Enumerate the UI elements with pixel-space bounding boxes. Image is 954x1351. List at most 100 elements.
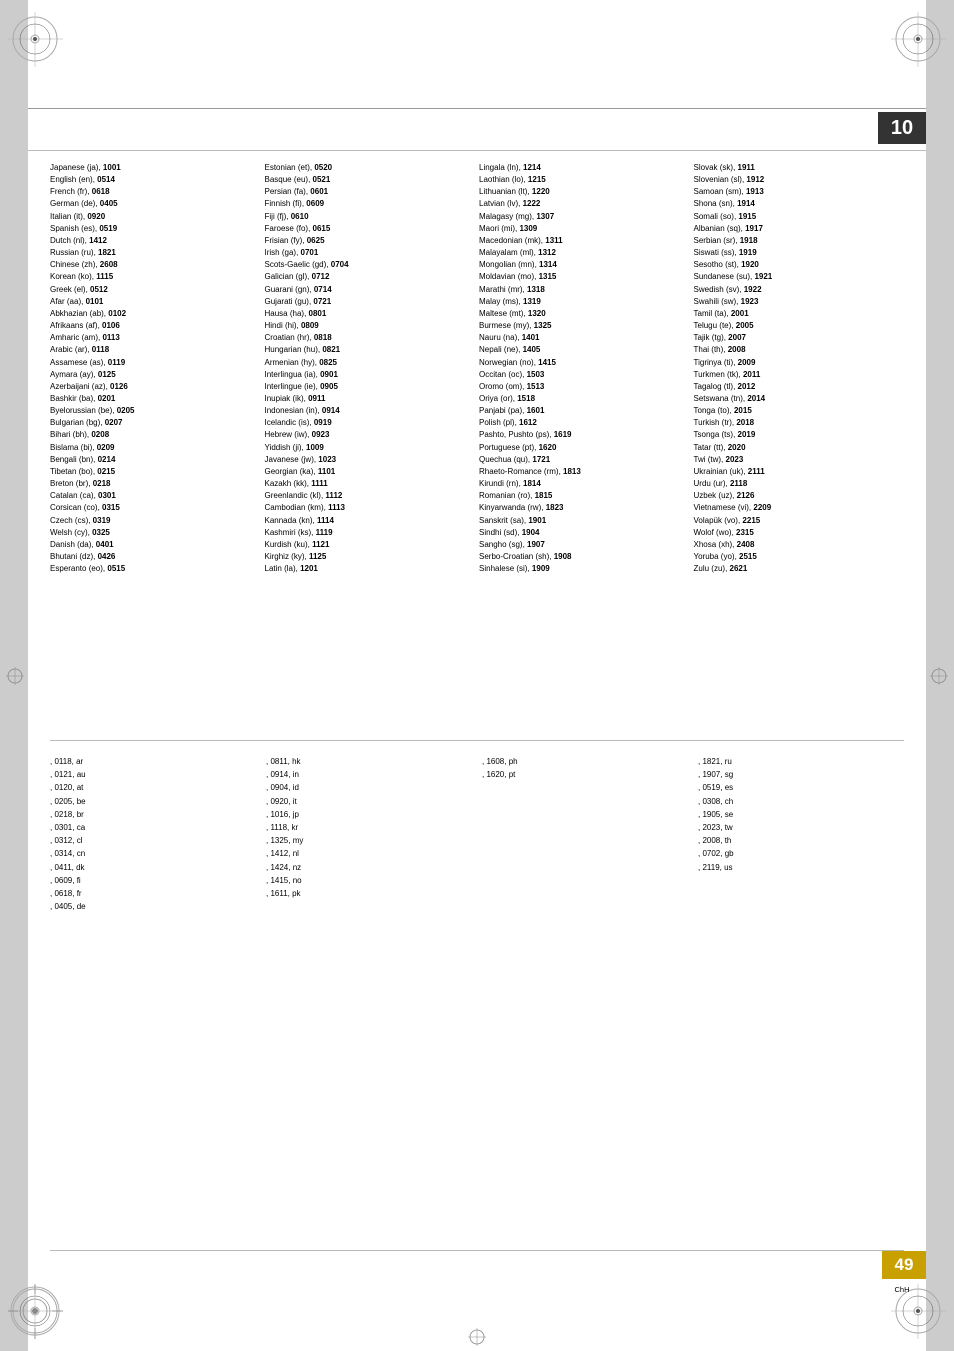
list-item: Assamese (as), 0119	[50, 357, 261, 369]
list-item: Bhutani (dz), 0426	[50, 551, 261, 563]
bottom-item: , 1608, ph	[482, 755, 688, 768]
middle-rule	[50, 740, 904, 741]
list-item: Quechua (qu), 1721	[479, 454, 690, 466]
mid-left-mark	[6, 667, 24, 685]
list-item: Faroese (fo), 0615	[265, 223, 476, 235]
list-item: Maori (mi), 1309	[479, 223, 690, 235]
list-item: Catalan (ca), 0301	[50, 490, 261, 502]
list-item: Oromo (om), 1513	[479, 381, 690, 393]
bottom-item: , 2023, tw	[698, 821, 904, 834]
list-item: Bislama (bi), 0209	[50, 442, 261, 454]
list-item: Malagasy (mg), 1307	[479, 211, 690, 223]
list-item: Korean (ko), 1115	[50, 271, 261, 283]
bottom-item: , 0205, be	[50, 795, 256, 808]
list-item: Laothian (lo), 1215	[479, 174, 690, 186]
list-item: Norwegian (no), 1415	[479, 357, 690, 369]
list-item: Kirghiz (ky), 1125	[265, 551, 476, 563]
bottom-item: , 0120, at	[50, 781, 256, 794]
list-item: Russian (ru), 1821	[50, 247, 261, 259]
bottom-code-col-2: , 0811, hk , 0914, in , 0904, id , 0920,…	[266, 755, 482, 913]
list-item: Sindhi (sd), 1904	[479, 527, 690, 539]
list-item: Croatian (hr), 0818	[265, 332, 476, 344]
bottom-left-decoration	[8, 1284, 63, 1339]
list-item: Esperanto (eo), 0515	[50, 563, 261, 575]
list-item: Uzbek (uz), 2126	[694, 490, 905, 502]
list-item: Maltese (mt), 1320	[479, 308, 690, 320]
bottom-item: , 1118, kr	[266, 821, 472, 834]
list-item: English (en), 0514	[50, 174, 261, 186]
list-item: Telugu (te), 2005	[694, 320, 905, 332]
list-item: Scots-Gaelic (gd), 0704	[265, 259, 476, 271]
list-item: Bihari (bh), 0208	[50, 429, 261, 441]
bottom-item: , 0301, ca	[50, 821, 256, 834]
list-item: German (de), 0405	[50, 198, 261, 210]
page-number-box: 10	[878, 112, 926, 144]
list-item: Tatar (tt), 2020	[694, 442, 905, 454]
list-item: Breton (br), 0218	[50, 478, 261, 490]
language-column-1: Japanese (ja), 1001 English (en), 0514 F…	[50, 162, 265, 575]
list-item: Sanskrit (sa), 1901	[479, 515, 690, 527]
list-item: Vietnamese (vi), 2209	[694, 502, 905, 514]
list-item: Occitan (oc), 1503	[479, 369, 690, 381]
bottom-item: , 0609, fi	[50, 874, 256, 887]
bottom-item: , 0405, de	[50, 900, 256, 913]
bottom-item: , 1611, pk	[266, 887, 472, 900]
list-item: Arabic (ar), 0118	[50, 344, 261, 356]
list-item: Irish (ga), 0701	[265, 247, 476, 259]
bottom-item: , 1907, sg	[698, 768, 904, 781]
top-rule	[28, 108, 926, 109]
list-item: Swahili (sw), 1923	[694, 296, 905, 308]
bottom-item: , 0920, it	[266, 795, 472, 808]
bottom-page-number: 49	[882, 1251, 926, 1279]
list-item: Hausa (ha), 0801	[265, 308, 476, 320]
bottom-item: , 0914, in	[266, 768, 472, 781]
list-item: Tajik (tg), 2007	[694, 332, 905, 344]
list-item: Indonesian (in), 0914	[265, 405, 476, 417]
list-item: Turkmen (tk), 2011	[694, 369, 905, 381]
bottom-item: , 0618, fr	[50, 887, 256, 900]
list-item: Dutch (nl), 1412	[50, 235, 261, 247]
list-item: Somali (so), 1915	[694, 211, 905, 223]
corner-tr	[891, 12, 946, 67]
bottom-item: , 1821, ru	[698, 755, 904, 768]
list-item: Tonga (to), 2015	[694, 405, 905, 417]
list-item: Serbo-Croatian (sh), 1908	[479, 551, 690, 563]
list-item: Chinese (zh), 2608	[50, 259, 261, 271]
list-item: Pashto, Pushto (ps), 1619	[479, 429, 690, 441]
bottom-item: , 2008, th	[698, 834, 904, 847]
list-item: Volapük (vo), 2215	[694, 515, 905, 527]
bottom-item: , 0118, ar	[50, 755, 256, 768]
list-item: Nepali (ne), 1405	[479, 344, 690, 356]
list-item: Portuguese (pt), 1620	[479, 442, 690, 454]
list-item: Lingala (ln), 1214	[479, 162, 690, 174]
list-item: Oriya (or), 1518	[479, 393, 690, 405]
list-item: Lithuanian (lt), 1220	[479, 186, 690, 198]
list-item: Italian (it), 0920	[50, 211, 261, 223]
list-item: Icelandic (is), 0919	[265, 417, 476, 429]
list-item: Tagalog (tl), 2012	[694, 381, 905, 393]
list-item: Tibetan (bo), 0215	[50, 466, 261, 478]
list-item: Albanian (sq), 1917	[694, 223, 905, 235]
mid-right-mark	[930, 667, 948, 685]
list-item: Interlingue (ie), 0905	[265, 381, 476, 393]
list-item: Byelorussian (be), 0205	[50, 405, 261, 417]
list-item: Slovenian (sl), 1912	[694, 174, 905, 186]
list-item: Marathi (mr), 1318	[479, 284, 690, 296]
list-item: Aymara (ay), 0125	[50, 369, 261, 381]
list-item: Estonian (et), 0520	[265, 162, 476, 174]
list-item: Shona (sn), 1914	[694, 198, 905, 210]
list-item: Japanese (ja), 1001	[50, 162, 261, 174]
list-item: Kinyarwanda (rw), 1823	[479, 502, 690, 514]
list-item: Corsican (co), 0315	[50, 502, 261, 514]
list-item: Persian (fa), 0601	[265, 186, 476, 198]
list-item: Panjabi (pa), 1601	[479, 405, 690, 417]
list-item: Bulgarian (bg), 0207	[50, 417, 261, 429]
list-item: Hindi (hi), 0809	[265, 320, 476, 332]
list-item: Tsonga (ts), 2019	[694, 429, 905, 441]
list-item: Romanian (ro), 1815	[479, 490, 690, 502]
list-item: Ukrainian (uk), 2111	[694, 466, 905, 478]
bottom-item: , 0519, es	[698, 781, 904, 794]
list-item: Armenian (hy), 0825	[265, 357, 476, 369]
list-item: Welsh (cy), 0325	[50, 527, 261, 539]
list-item: Greek (el), 0512	[50, 284, 261, 296]
